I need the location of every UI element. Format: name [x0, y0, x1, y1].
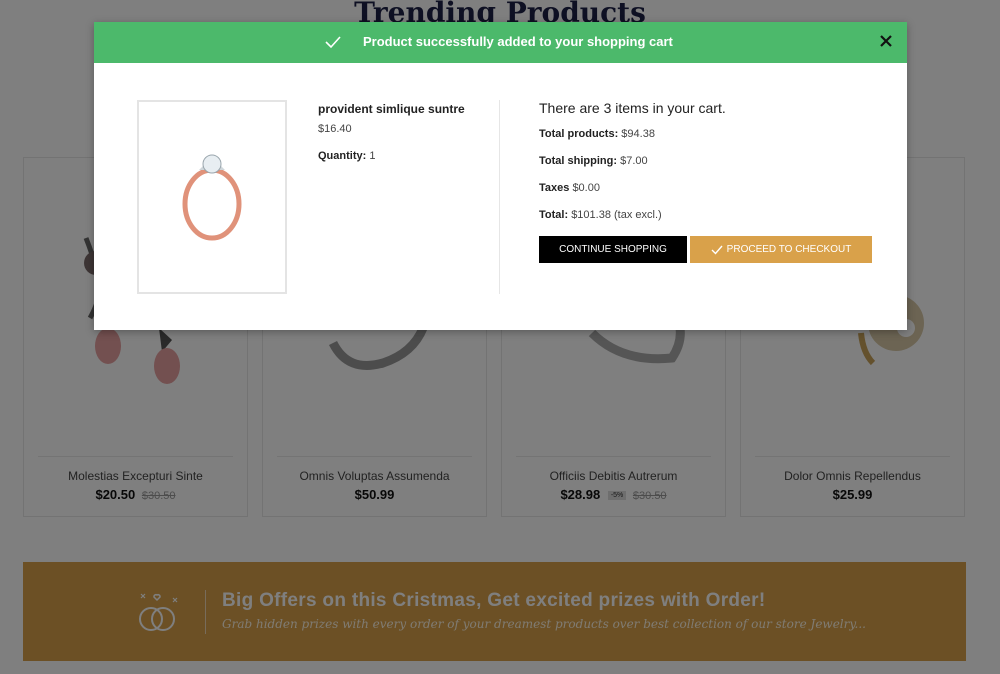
total-shipping-value: $7.00	[620, 155, 648, 167]
close-icon[interactable]	[877, 32, 895, 50]
product-price: $16.40	[318, 123, 352, 135]
proceed-to-checkout-label: PROCEED TO CHECKOUT	[726, 244, 852, 255]
modal-divider	[499, 100, 500, 294]
proceed-to-checkout-button[interactable]: PROCEED TO CHECKOUT	[690, 236, 872, 263]
product-quantity: Quantity: 1	[318, 150, 375, 162]
total-products-value: $94.38	[621, 128, 655, 140]
quantity-label: Quantity:	[318, 150, 367, 162]
total-products-label: Total products:	[539, 128, 619, 140]
cart-modal: Product successfully added to your shopp…	[94, 22, 907, 330]
quantity-value: 1	[369, 150, 376, 162]
taxes-value: $0.00	[572, 182, 600, 194]
total-value: $101.38 (tax excl.)	[571, 209, 662, 221]
modal-header: Product successfully added to your shopp…	[94, 22, 907, 63]
check-icon	[711, 245, 723, 255]
cart-count: There are 3 items in your cart.	[539, 100, 726, 116]
total-shipping: Total shipping: $7.00	[539, 155, 648, 167]
product-name: provident simlique suntre	[318, 102, 465, 116]
rose-gold-ring-image	[182, 154, 242, 241]
taxes-label: Taxes	[539, 182, 570, 194]
total-shipping-label: Total shipping:	[539, 155, 618, 167]
taxes: Taxes $0.00	[539, 182, 600, 194]
continue-shopping-label: CONTINUE SHOPPING	[559, 244, 667, 255]
modal-title: Product successfully added to your shopp…	[363, 34, 673, 49]
check-icon	[325, 36, 341, 49]
total-label: Total:	[539, 209, 569, 221]
total-products: Total products: $94.38	[539, 128, 655, 140]
continue-shopping-button[interactable]: CONTINUE SHOPPING	[539, 236, 687, 263]
total: Total: $101.38 (tax excl.)	[539, 209, 662, 221]
product-thumbnail	[137, 100, 287, 294]
